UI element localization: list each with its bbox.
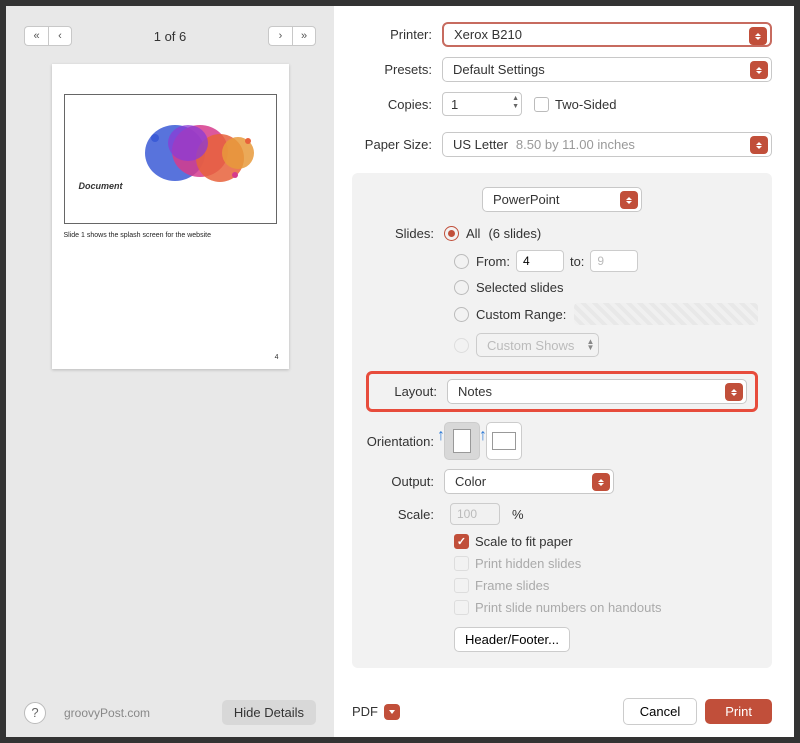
paper-size-label: Paper Size: [352, 137, 442, 152]
slides-label: Slides: [366, 226, 444, 241]
paper-size-dims: 8.50 by 11.00 inches [516, 137, 635, 152]
presets-value: Default Settings [453, 62, 545, 77]
last-page-button[interactable]: » [292, 26, 316, 46]
slides-selected-label: Selected slides [476, 280, 563, 295]
dropdown-caret-icon [384, 704, 400, 720]
slides-all-label: All [466, 226, 480, 241]
presets-select[interactable]: Default Settings [442, 57, 772, 82]
slide-title: Document [79, 181, 123, 191]
hide-details-button[interactable]: Hide Details [222, 700, 316, 725]
slides-from-input[interactable] [516, 250, 564, 272]
nav-next-last: › » [268, 26, 316, 46]
cancel-button[interactable]: Cancel [623, 698, 697, 725]
copies-value: 1 [451, 97, 458, 112]
orientation-portrait-button[interactable]: ↑ [444, 422, 480, 460]
up-arrow-icon: ↑ [437, 427, 445, 445]
slides-selected-radio[interactable] [454, 280, 469, 295]
output-value: Color [455, 474, 486, 489]
slides-from-radio[interactable] [454, 254, 469, 269]
output-label: Output: [366, 474, 444, 489]
pdf-label: PDF [352, 704, 378, 719]
scale-fit-label: Scale to fit paper [475, 534, 573, 549]
scale-pct: % [512, 507, 524, 522]
slide-numbers-checkbox [454, 600, 469, 615]
layout-label: Layout: [369, 384, 447, 399]
pdf-menu-button[interactable]: PDF [352, 704, 400, 720]
paper-size-select[interactable]: US Letter 8.50 by 11.00 inches [442, 132, 772, 157]
scale-label: Scale: [366, 507, 444, 522]
settings-panel: Printer: Xerox B210 Presets: Default Set… [334, 6, 794, 737]
header-footer-button[interactable]: Header/Footer... [454, 627, 570, 652]
slides-custom-shows-radio [454, 338, 469, 353]
print-button[interactable]: Print [705, 699, 772, 724]
custom-shows-value: Custom Shows [487, 338, 574, 353]
app-section-value: PowerPoint [493, 192, 559, 207]
slides-to-input[interactable] [590, 250, 638, 272]
prev-page-button[interactable]: ‹ [48, 26, 72, 46]
printer-select[interactable]: Xerox B210 [442, 22, 772, 47]
two-sided-label: Two-Sided [555, 97, 616, 112]
dropdown-caret-icon [725, 383, 743, 401]
dropdown-caret-icon [750, 136, 768, 154]
page-counter: 1 of 6 [154, 29, 187, 44]
paper-size-value: US Letter [453, 137, 508, 152]
help-button[interactable]: ? [24, 702, 46, 724]
landscape-page-icon [492, 432, 516, 450]
app-section-select[interactable]: PowerPoint [482, 187, 642, 212]
portrait-page-icon [453, 429, 471, 453]
scale-input[interactable] [450, 503, 500, 525]
hidden-slides-checkbox [454, 556, 469, 571]
scale-fit-checkbox[interactable] [454, 534, 469, 549]
slides-all-radio[interactable] [444, 226, 459, 241]
dropdown-caret-icon [749, 27, 767, 45]
slide-notes-caption: Slide 1 shows the splash screen for the … [64, 232, 277, 239]
orientation-label: Orientation: [366, 434, 444, 449]
frame-slides-checkbox [454, 578, 469, 593]
slide-preview: Document [64, 94, 277, 224]
slides-custom-range-label: Custom Range: [476, 307, 566, 322]
first-page-button[interactable]: « [24, 26, 48, 46]
dropdown-caret-icon [592, 473, 610, 491]
dropdown-caret-icon [750, 61, 768, 79]
orientation-landscape-button[interactable]: ↑ [486, 422, 522, 460]
watermark-text: groovyPost.com [64, 706, 222, 720]
layout-select[interactable]: Notes [447, 379, 747, 404]
next-page-button[interactable]: › [268, 26, 292, 46]
app-options-box: PowerPoint Slides: All (6 slides) From: … [352, 173, 772, 668]
layout-value: Notes [458, 384, 492, 399]
stepper-arrows-icon[interactable]: ▲▼ [512, 95, 519, 111]
slides-all-count: (6 slides) [488, 226, 541, 241]
slides-to-label: to: [570, 254, 584, 269]
frame-slides-label: Frame slides [475, 578, 549, 593]
preview-page: Document Slide 1 shows the splash screen… [52, 64, 289, 369]
output-select[interactable]: Color [444, 469, 614, 494]
up-arrow-icon: ↑ [479, 427, 487, 445]
copies-label: Copies: [352, 97, 442, 112]
custom-shows-select: Custom Shows ▲▼ [476, 333, 599, 357]
dropdown-caret-icon: ▲▼ [587, 339, 595, 351]
printer-label: Printer: [352, 27, 442, 42]
hidden-slides-label: Print hidden slides [475, 556, 581, 571]
nav-first-prev: « ‹ [24, 26, 72, 46]
layout-highlight: Layout: Notes [366, 371, 758, 412]
printer-value: Xerox B210 [454, 27, 522, 42]
custom-range-input[interactable] [574, 303, 758, 325]
splash-graphic-icon [120, 103, 270, 203]
copies-stepper[interactable]: 1 ▲▼ [442, 92, 522, 116]
presets-label: Presets: [352, 62, 442, 77]
slides-from-label: From: [476, 254, 510, 269]
preview-page-number: 4 [275, 354, 279, 361]
two-sided-checkbox[interactable] [534, 97, 549, 112]
slides-custom-range-radio[interactable] [454, 307, 469, 322]
dropdown-caret-icon [620, 191, 638, 209]
slide-numbers-label: Print slide numbers on handouts [475, 600, 661, 615]
preview-panel: « ‹ 1 of 6 › » Doc [6, 6, 334, 737]
